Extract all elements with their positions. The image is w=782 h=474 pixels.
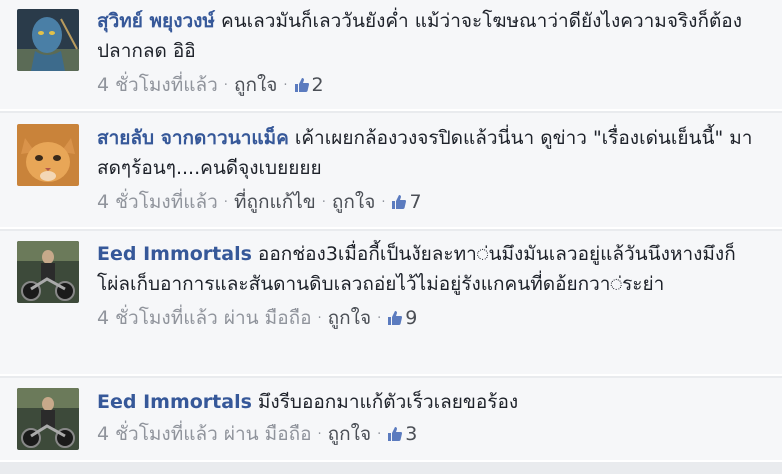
like-count[interactable]: 3: [387, 423, 417, 445]
comment-text: มึงรีบออกมาแก้ตัวเร็วเลยขอร้อง: [257, 391, 519, 413]
avatar[interactable]: [17, 124, 79, 186]
comment-author-link[interactable]: สายลับ จากดาวนาแม็ค: [97, 127, 289, 149]
comment-item: Eed Immortals ออกช่อง3เมื่อกี้เป็นงัยละทา…: [0, 231, 782, 376]
like-link[interactable]: ถูกใจ: [328, 307, 371, 329]
like-link[interactable]: ถูกใจ: [234, 74, 277, 96]
comment-timestamp[interactable]: 4 ชั่วโมงที่แล้ว: [97, 307, 218, 329]
avatar[interactable]: [17, 388, 79, 450]
like-link[interactable]: ถูกใจ: [328, 423, 371, 445]
thumbs-up-icon: [294, 78, 309, 92]
via-mobile-link[interactable]: ผ่าน มือถือ: [224, 307, 312, 329]
like-count[interactable]: 7: [391, 191, 422, 213]
comment-body: สุวิทย์ พยุงวงษ์ คนเลวมันก็เลววันยังค่ำ แ…: [97, 6, 768, 66]
comment-meta: 4 ชั่วโมงที่แล้ว ผ่าน มือถือ · ถูกใจ · 3: [97, 423, 418, 445]
comment-feed: สุวิทย์ พยุงวงษ์ คนเลวมันก็เลววันยังค่ำ แ…: [0, 0, 782, 474]
comment-body: Eed Immortals ออกช่อง3เมื่อกี้เป็นงัยละทา…: [97, 239, 768, 299]
comment-item: สายลับ จากดาวนาแม็ค เค้าเผยกล้องวงจรปิดแล…: [0, 113, 782, 229]
motorcycle-avatar-icon: [17, 388, 79, 450]
like-link[interactable]: ถูกใจ: [332, 191, 375, 213]
comment-body: สายลับ จากดาวนาแม็ค เค้าเผยกล้องวงจรปิดแล…: [97, 123, 768, 183]
via-mobile-link[interactable]: ผ่าน มือถือ: [224, 423, 312, 445]
avatar[interactable]: [17, 241, 79, 303]
like-count[interactable]: 9: [387, 307, 417, 329]
blue-alien-avatar-icon: [17, 9, 79, 71]
comment-body: Eed Immortals มึงรีบออกมาแก้ตัวเร็วเลยขอร…: [97, 387, 768, 417]
comment-meta: 4 ชั่วโมงที่แล้ว · ถูกใจ · 2: [97, 74, 324, 96]
comment-meta: 4 ชั่วโมงที่แล้ว ผ่าน มือถือ · ถูกใจ · 9: [97, 307, 418, 329]
thumbs-up-icon: [388, 311, 403, 325]
like-count[interactable]: 2: [294, 74, 324, 96]
avatar[interactable]: [17, 9, 79, 71]
comment-author-link[interactable]: Eed Immortals: [97, 391, 252, 413]
comment-timestamp[interactable]: 4 ชั่วโมงที่แล้ว: [97, 423, 218, 445]
comment-author-link[interactable]: สุวิทย์ พยุงวงษ์: [97, 10, 215, 32]
comment-timestamp[interactable]: 4 ชั่วโมงที่แล้ว: [97, 191, 218, 213]
comment-timestamp[interactable]: 4 ชั่วโมงที่แล้ว: [97, 74, 218, 96]
comment-author-link[interactable]: Eed Immortals: [97, 243, 252, 265]
comment-item: สุวิทย์ พยุงวงษ์ คนเลวมันก็เลววันยังค่ำ แ…: [0, 0, 782, 111]
edited-link[interactable]: ที่ถูกแก้ไข: [234, 191, 316, 213]
orange-cat-avatar-icon: [17, 124, 79, 186]
thumbs-up-icon: [388, 427, 403, 441]
thumbs-up-icon: [392, 195, 407, 209]
motorcycle-avatar-icon: [17, 241, 79, 303]
comment-meta: 4 ชั่วโมงที่แล้ว · ที่ถูกแก้ไข · ถูกใจ · 7: [97, 191, 422, 213]
comment-item: Eed Immortals มึงรีบออกมาแก้ตัวเร็วเลยขอร…: [0, 378, 782, 462]
